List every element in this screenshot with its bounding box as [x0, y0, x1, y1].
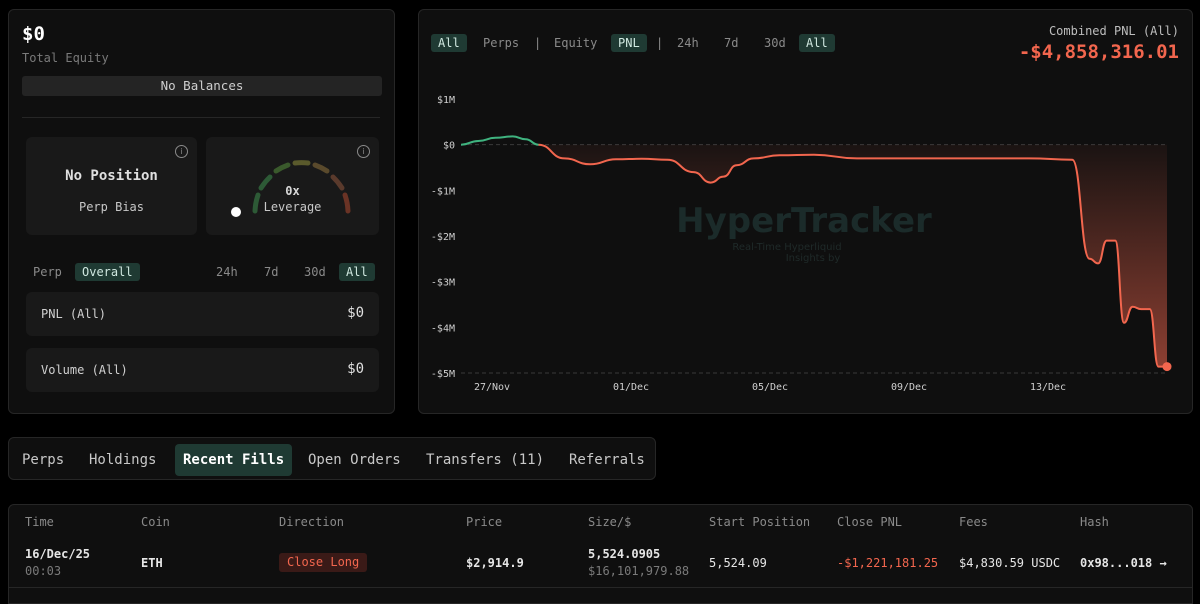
header-price[interactable]: Price — [466, 515, 502, 529]
header-fees[interactable]: Fees — [959, 515, 988, 529]
tab-24h[interactable]: 24h — [209, 263, 245, 281]
pnl-area-negative — [539, 145, 1168, 367]
y-tick-label: -$3M — [431, 278, 455, 289]
last-point-marker — [1163, 362, 1172, 371]
tab-open-orders[interactable]: Open Orders — [300, 444, 409, 476]
header-close-pnl[interactable]: Close PNL — [837, 515, 902, 529]
tab-transfers[interactable]: Transfers (11) — [418, 444, 552, 476]
y-tick-label: -$2M — [431, 232, 455, 243]
y-tick-label: -$5M — [431, 369, 455, 380]
perp-bias-card: i No Position Perp Bias — [26, 137, 197, 235]
x-tick-label: 27/Nov — [474, 382, 510, 393]
tab-7d[interactable]: 7d — [257, 263, 285, 281]
info-icon[interactable]: i — [175, 145, 188, 158]
tab-separator: | — [656, 36, 663, 50]
fill-hash-link[interactable]: 0x98...018 → — [1080, 556, 1167, 570]
tab-perp[interactable]: Perp — [26, 263, 69, 281]
fill-close-pnl: -$1,221,181.25 — [837, 556, 938, 570]
watermark-line: Insights by — [786, 253, 841, 264]
header-size[interactable]: Size/$ — [588, 515, 631, 529]
tab-all[interactable]: All — [339, 263, 375, 281]
volume-stat-card: Volume (All) $0 — [26, 348, 379, 392]
total-equity-label: Total Equity — [22, 51, 109, 65]
divider — [22, 117, 380, 118]
row-divider — [9, 587, 1192, 588]
recent-fills-table: Time Coin Direction Price Size/$ Start P… — [8, 504, 1193, 604]
leverage-card: i 0x Leverage — [206, 137, 379, 235]
x-tick-label: 09/Dec — [891, 382, 927, 393]
leverage-label: Leverage — [206, 200, 379, 214]
account-tabs: Perps Holdings Recent Fills Open Orders … — [8, 437, 656, 480]
header-coin[interactable]: Coin — [141, 515, 170, 529]
volume-value: $0 — [347, 361, 364, 377]
x-tick-label: 01/Dec — [613, 382, 649, 393]
x-tick-label: 05/Dec — [752, 382, 788, 393]
fill-fees: $4,830.59 USDC — [959, 556, 1060, 570]
pnl-chart: HyperTracker Real-Time Hyperliquid Insig… — [419, 10, 1194, 415]
no-balances-button[interactable]: No Balances — [22, 76, 382, 96]
fill-size-usd: $16,101,979.88 — [588, 564, 689, 578]
tab-holdings[interactable]: Holdings — [81, 444, 164, 476]
fill-date: 16/Dec/25 — [25, 547, 90, 561]
y-tick-label: $1M — [437, 95, 455, 106]
pnl-line-negative — [539, 145, 1168, 367]
header-time[interactable]: Time — [25, 515, 54, 529]
tab-market-perps[interactable]: Perps — [476, 34, 526, 52]
tab-range-all[interactable]: All — [799, 34, 835, 52]
pnl-stat-card: PNL (All) $0 — [26, 292, 379, 336]
tab-recent-fills[interactable]: Recent Fills — [175, 444, 292, 476]
pnl-value: $0 — [347, 305, 364, 321]
pnl-line-positive — [461, 136, 539, 144]
tab-range-7d[interactable]: 7d — [717, 34, 745, 52]
tab-metric-pnl[interactable]: PNL — [611, 34, 647, 52]
perp-bias-label: Perp Bias — [26, 200, 197, 214]
y-tick-label: $0 — [443, 141, 455, 152]
watermark-line: Real-Time Hyperliquid — [732, 242, 841, 253]
tab-referrals[interactable]: Referrals — [561, 444, 653, 476]
tab-metric-equity[interactable]: Equity — [547, 34, 604, 52]
pnl-label: PNL (All) — [41, 307, 106, 321]
y-tick-label: -$1M — [431, 186, 455, 197]
tab-market-all[interactable]: All — [431, 34, 467, 52]
tab-perps[interactable]: Perps — [14, 444, 72, 476]
leverage-value: 0x — [206, 184, 379, 198]
combined-pnl-value: -$4,858,316.01 — [1019, 41, 1179, 63]
tab-overall[interactable]: Overall — [75, 263, 140, 281]
combined-pnl-label: Combined PNL (All) — [1049, 24, 1179, 38]
fill-start-position: 5,524.09 — [709, 556, 767, 570]
header-hash[interactable]: Hash — [1080, 515, 1109, 529]
fill-size: 5,524.0905 — [588, 547, 660, 561]
header-start-position[interactable]: Start Position — [709, 515, 810, 529]
chart-watermark: HyperTracker Real-Time Hyperliquid Insig… — [676, 201, 932, 264]
tab-range-30d[interactable]: 30d — [757, 34, 793, 52]
header-direction[interactable]: Direction — [279, 515, 344, 529]
x-tick-label: 13/Dec — [1030, 382, 1066, 393]
fill-coin[interactable]: ETH — [141, 556, 163, 570]
direction-badge: Close Long — [279, 553, 367, 572]
account-summary-panel: $0 Total Equity No Balances i No Positio… — [8, 9, 395, 414]
position-title: No Position — [26, 168, 197, 184]
watermark-title: HyperTracker — [676, 201, 932, 241]
volume-label: Volume (All) — [41, 363, 128, 377]
y-tick-label: -$4M — [431, 323, 455, 334]
pnl-chart-panel: HyperTracker Real-Time Hyperliquid Insig… — [418, 9, 1193, 414]
total-equity-value: $0 — [22, 23, 45, 45]
fill-time: 00:03 — [25, 564, 61, 578]
fill-price: $2,914.9 — [466, 556, 524, 570]
gauge-segment — [276, 165, 288, 171]
tab-30d[interactable]: 30d — [297, 263, 333, 281]
tab-range-24h[interactable]: 24h — [670, 34, 706, 52]
gauge-segment — [315, 165, 327, 171]
tab-separator: | — [534, 36, 541, 50]
